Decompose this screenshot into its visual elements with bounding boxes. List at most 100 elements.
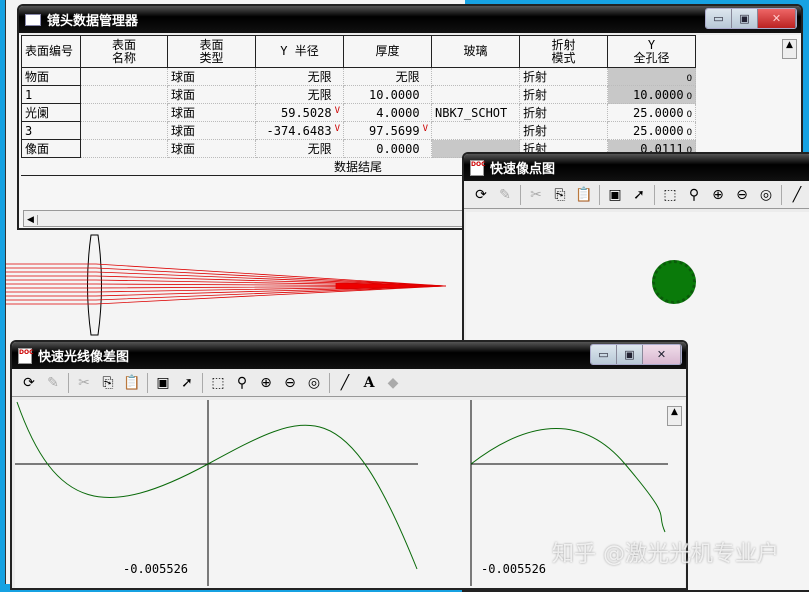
doc-icon: DOC (18, 347, 33, 364)
scroll-up-button[interactable]: ▲ (667, 406, 682, 426)
zoom-box-icon[interactable]: ⬚ (661, 187, 679, 203)
table-cell[interactable] (80, 103, 168, 122)
right-scale-label: -0.005526 (481, 562, 547, 576)
table-cell[interactable] (80, 67, 168, 86)
table-cell[interactable]: 10.0000 O (607, 85, 696, 104)
line-tool-icon[interactable]: ╱ (336, 375, 354, 391)
pointer-icon[interactable]: ➚ (630, 187, 648, 203)
minimize-button[interactable]: ▭ (591, 345, 617, 364)
table-cell[interactable]: -374.6483 V (255, 121, 344, 140)
table-cell[interactable]: 10.0000 (343, 85, 432, 104)
copy-icon[interactable]: ⎘ (99, 375, 117, 391)
zoom-box-icon[interactable]: ⬚ (209, 375, 227, 391)
table-cell[interactable]: 4.0000 (343, 103, 432, 122)
table-cell[interactable] (80, 85, 168, 104)
pan-icon[interactable]: ⚲ (685, 187, 703, 203)
zoom-out-icon[interactable]: ⊖ (733, 187, 751, 203)
zoom-out-icon[interactable]: ⊖ (281, 375, 299, 391)
maximize-button[interactable]: ▣ (732, 9, 758, 28)
window-icon (25, 13, 41, 26)
table-cell[interactable]: 25.0000 O (607, 121, 696, 140)
copy-icon[interactable]: ⎘ (551, 187, 569, 203)
column-header[interactable]: 玻璃 (431, 35, 520, 68)
paste-icon[interactable]: 📋 (123, 375, 141, 391)
variable-marker: V (422, 123, 428, 134)
scroll-left-icon[interactable]: ◀ (24, 215, 38, 225)
paste-icon[interactable]: 📋 (575, 187, 593, 203)
lens-data-titlebar[interactable]: 镜头数据管理器 ▭ ▣ ✕ (19, 6, 801, 33)
column-header[interactable]: 厚度 (343, 35, 432, 68)
cut-icon[interactable]: ✂ (75, 375, 93, 391)
table-cell[interactable]: 球面 (167, 85, 256, 104)
table-cell[interactable]: O (607, 67, 696, 86)
zoom-reset-icon[interactable]: ◎ (757, 187, 775, 203)
table-cell[interactable]: 1 (21, 85, 81, 104)
table-cell[interactable]: 25.0000 O (607, 103, 696, 122)
pointer-icon[interactable]: ➚ (178, 375, 196, 391)
table-cell[interactable]: 光阑 (21, 103, 81, 122)
eraser-icon[interactable]: ◆ (384, 375, 402, 391)
table-cell[interactable]: 折射 (519, 103, 608, 122)
table-cell[interactable]: 球面 (167, 103, 256, 122)
refresh-icon[interactable]: ⟳ (20, 375, 38, 391)
scroll-up-button[interactable]: ▲ (782, 39, 797, 59)
table-cell[interactable]: 无限 (255, 67, 344, 86)
table-cell[interactable]: 3 (21, 121, 81, 140)
table-cell[interactable]: 无限 (255, 139, 344, 158)
surface-row: 3 球面 -374.6483 V 97.5699 V 折射 25.0000 O (21, 121, 696, 140)
table-cell[interactable] (80, 139, 168, 158)
lens-element (87, 234, 102, 336)
table-cell[interactable]: 无限 (343, 67, 432, 86)
column-header[interactable]: 表面 名称 (80, 35, 168, 68)
close-button[interactable]: ✕ (758, 9, 796, 28)
column-header[interactable]: Y 半径 (255, 35, 344, 68)
table-cell[interactable]: 球面 (167, 67, 256, 86)
minimize-button[interactable]: ▭ (706, 9, 732, 28)
close-button[interactable]: ✕ (643, 345, 681, 364)
line-tool-icon[interactable]: ╱ (788, 187, 806, 203)
zoom-reset-icon[interactable]: ◎ (305, 375, 323, 391)
fan-titlebar[interactable]: DOC 快速光线像差图 ▭ ▣ ✕ (12, 342, 686, 369)
table-cell[interactable] (431, 121, 520, 140)
refresh-icon[interactable]: ⟳ (472, 187, 490, 203)
table-cell[interactable]: 59.5028 V (255, 103, 344, 122)
cut-icon[interactable]: ✂ (527, 187, 545, 203)
column-header[interactable]: 折射 模式 (519, 35, 608, 68)
pan-icon[interactable]: ⚲ (233, 375, 251, 391)
aperture-marker: O (686, 127, 692, 138)
table-cell[interactable]: 折射 (519, 121, 608, 140)
table-cell[interactable] (80, 121, 168, 140)
table-cell[interactable] (431, 67, 520, 86)
window-title: 镜头数据管理器 (47, 14, 139, 29)
table-cell[interactable]: 无限 (255, 85, 344, 104)
save-icon[interactable]: ▣ (606, 187, 624, 203)
table-cell[interactable]: 折射 (519, 67, 608, 86)
doc-icon: DOC (470, 159, 485, 176)
maximize-button[interactable]: ▣ (617, 345, 643, 364)
settings-icon[interactable]: ✎ (496, 187, 514, 203)
table-cell[interactable]: 像面 (21, 139, 81, 158)
column-header[interactable]: 表面编号 (21, 35, 81, 68)
lens-data-table: 表面编号 表面 名称 表面 类型 Y 半径 厚度 玻璃 折射 模式 Y 全孔径 物面 球面 无限 无限 折射… (21, 35, 696, 158)
save-icon[interactable]: ▣ (154, 375, 172, 391)
sagittal-fan-curve (470, 428, 666, 533)
aperture-marker: O (686, 109, 692, 120)
settings-icon[interactable]: ✎ (44, 375, 62, 391)
table-cell[interactable]: 球面 (167, 121, 256, 140)
column-header[interactable]: Y 全孔径 (607, 35, 696, 68)
column-header[interactable]: 表面 类型 (167, 35, 256, 68)
zoom-in-icon[interactable]: ⊕ (257, 375, 275, 391)
table-cell[interactable]: NBK7_SCHOT (431, 103, 520, 122)
spot-toolbar: ⟳ ✎ ✂ ⎘ 📋 ▣ ➚ ⬚ ⚲ ⊕ ⊖ ◎ ╱ (464, 181, 809, 209)
table-cell[interactable]: 球面 (167, 139, 256, 158)
table-cell[interactable]: 97.5699 V (343, 121, 432, 140)
left-scale-label: -0.005526 (123, 562, 189, 576)
table-cell[interactable]: 0.0000 (343, 139, 432, 158)
table-cell[interactable] (431, 85, 520, 104)
table-cell[interactable]: 折射 (519, 85, 608, 104)
zoom-in-icon[interactable]: ⊕ (709, 187, 727, 203)
surface-row: 1 球面 无限 10.0000 折射 10.0000 O (21, 85, 696, 104)
table-cell[interactable]: 物面 (21, 67, 81, 86)
text-tool-icon[interactable]: A (360, 375, 378, 391)
spot-titlebar[interactable]: DOC 快速像点图 (464, 154, 809, 181)
